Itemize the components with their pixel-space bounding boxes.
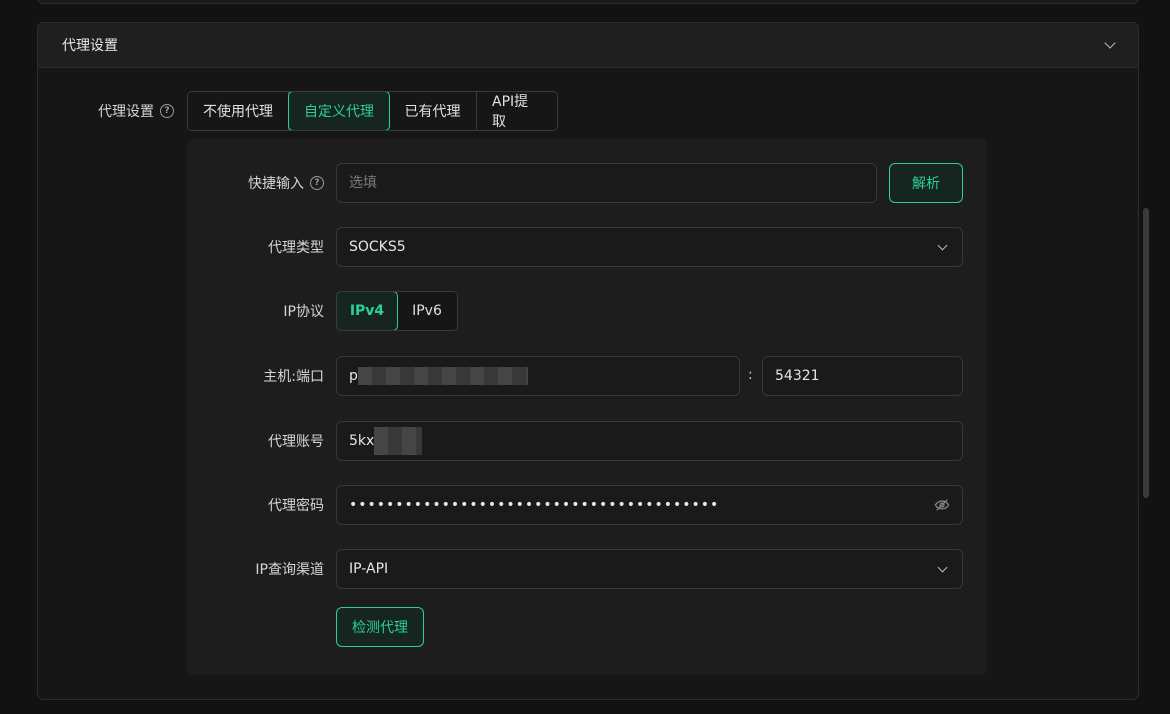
proxy-setting-label: 代理设置 ?: [60, 101, 174, 121]
proxy-setting-label-text: 代理设置: [98, 104, 154, 120]
tab-ipv4[interactable]: IPv4: [337, 292, 398, 330]
chevron-down-icon[interactable]: [1104, 37, 1116, 49]
account-input[interactable]: 5kx: [336, 421, 963, 461]
ip-query-label: IP查询渠道: [255, 562, 324, 578]
proxy-type-select[interactable]: SOCKS5: [336, 227, 963, 267]
parse-button[interactable]: 解析: [889, 163, 963, 203]
port-value: 54321: [775, 368, 820, 384]
help-icon[interactable]: ?: [160, 104, 174, 118]
eye-off-icon[interactable]: [934, 497, 950, 513]
previous-section-card: [37, 0, 1139, 4]
custom-proxy-form: [187, 139, 987, 675]
tab-no-proxy[interactable]: 不使用代理: [188, 92, 289, 130]
redacted-host: [357, 367, 528, 385]
ip-query-value: IP-API: [349, 561, 389, 577]
password-label: 代理密码: [268, 498, 324, 514]
chevron-down-icon: [937, 562, 948, 572]
chevron-down-icon: [937, 240, 948, 250]
host-value: p: [349, 368, 358, 384]
tab-custom-proxy[interactable]: 自定义代理: [288, 92, 390, 130]
password-input[interactable]: ••••••••••••••••••••••••••••••••••••••••: [336, 485, 963, 525]
host-port-separator: :: [748, 367, 753, 383]
account-value: 5kx: [349, 433, 375, 449]
password-value: ••••••••••••••••••••••••••••••••••••••••: [349, 497, 720, 513]
account-label: 代理账号: [268, 434, 324, 450]
panel-header[interactable]: 代理设置: [38, 23, 1138, 68]
host-input[interactable]: p: [336, 356, 740, 396]
scrollbar[interactable]: [1143, 208, 1149, 498]
check-proxy-button[interactable]: 检测代理: [336, 607, 424, 647]
quick-input[interactable]: [349, 175, 864, 191]
ip-protocol-label: IP协议: [283, 304, 324, 320]
proxy-type-value: SOCKS5: [349, 239, 406, 255]
ip-protocol-segmented: IPv4 IPv6: [336, 291, 458, 331]
panel-title: 代理设置: [62, 38, 118, 54]
port-input[interactable]: 54321: [762, 356, 963, 396]
redacted-account: [374, 427, 423, 455]
tab-existing-proxy[interactable]: 已有代理: [389, 92, 477, 130]
help-icon[interactable]: ?: [310, 176, 324, 190]
quick-input-label: 快捷输入 ?: [200, 173, 324, 193]
ip-query-select[interactable]: IP-API: [336, 549, 963, 589]
proxy-mode-segmented: 不使用代理 自定义代理 已有代理 API提取: [187, 91, 558, 131]
host-port-label: 主机:端口: [263, 369, 324, 385]
tab-ipv6[interactable]: IPv6: [397, 292, 457, 330]
quick-input-field[interactable]: [336, 163, 877, 203]
quick-input-label-text: 快捷输入: [248, 176, 304, 192]
tab-api-extract[interactable]: API提取: [477, 92, 557, 130]
proxy-type-label: 代理类型: [268, 240, 324, 256]
